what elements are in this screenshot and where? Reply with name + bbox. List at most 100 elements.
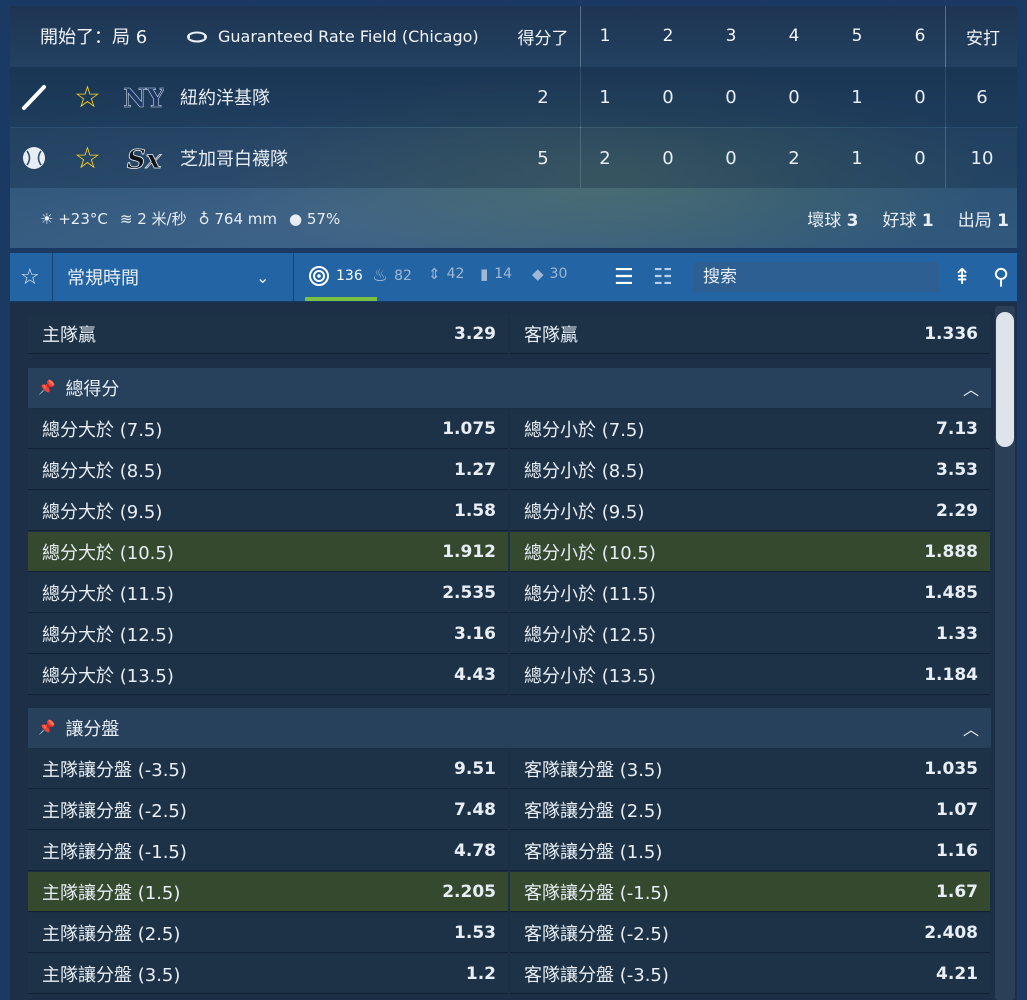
odds-value: 1.912 — [442, 541, 496, 562]
odds-button[interactable]: 總分大於 (10.5) 1.912 — [28, 532, 508, 572]
inning-header: 6 — [914, 26, 926, 46]
odds-value: 4.21 — [936, 963, 978, 984]
inning-header: 1 — [599, 26, 611, 46]
odds-value: 9.51 — [454, 758, 496, 779]
wind: ≋ 2 米/秒 — [120, 208, 187, 229]
odds-button[interactable]: 客隊讓分盤 (-1.5) 1.67 — [510, 872, 990, 912]
odds-value: 2.535 — [442, 582, 496, 603]
filter-stats[interactable]: ▮ 14 — [480, 265, 512, 283]
odds-button[interactable]: 總分小於 (10.5) 1.888 — [510, 532, 990, 572]
odds-button[interactable]: 總分大於 (12.5) 3.16 — [28, 614, 508, 654]
totals-section-header[interactable]: 📌 總得分 ︿ — [28, 368, 991, 408]
odds-value: 7.13 — [936, 418, 978, 439]
filter-specials[interactable]: ◆ 30 — [532, 265, 567, 283]
favorite-star-icon[interactable]: ☆ — [20, 265, 40, 290]
period-select[interactable]: 常規時間 — [67, 264, 139, 290]
odds-value: 1.53 — [454, 922, 496, 943]
balls-count: 壞球 3 — [807, 206, 858, 231]
filter-all[interactable]: 136 — [308, 265, 363, 287]
odds-button[interactable]: 主隊讓分盤 (-1.5) 4.78 — [28, 831, 508, 871]
scrollbar-thumb[interactable] — [996, 312, 1014, 447]
odds-value: 2.408 — [924, 922, 978, 943]
odds-button[interactable]: 客隊讓分盤 (-2.5) 2.408 — [510, 913, 990, 953]
favorite-star-icon[interactable]: ☆ — [74, 141, 101, 176]
odds-button[interactable]: 客隊贏 1.336 — [510, 314, 990, 354]
totals-row: 總分大於 (8.5) 1.27 總分小於 (8.5) 3.53 — [28, 450, 991, 490]
odds-button[interactable]: 主隊讓分盤 (3.5) 1.2 — [28, 954, 508, 994]
chevron-up-icon[interactable]: ︿ — [963, 376, 979, 400]
odds-button[interactable]: 總分大於 (8.5) 1.27 — [28, 450, 508, 490]
search-input[interactable] — [693, 262, 939, 292]
inning-score: 1 — [851, 147, 863, 169]
outcome-label: 總分小於 (12.5) — [524, 624, 656, 646]
bars-icon: ▮ — [480, 265, 489, 283]
odds-button[interactable]: 主隊讓分盤 (2.5) 1.53 — [28, 913, 508, 953]
odds-value: 1.27 — [454, 459, 496, 480]
outcome-label: 總分大於 (12.5) — [42, 624, 174, 646]
chevron-down-icon[interactable]: ⌄ — [256, 268, 269, 287]
filter-totals[interactable]: ⇕ 42 — [428, 265, 464, 283]
team-row-home: ☆ Sx 芝加哥白襪隊 5 2 0 0 2 1 0 10 — [10, 128, 1017, 188]
inning-score: 1 — [851, 86, 863, 108]
team-hits: 6 — [976, 86, 988, 108]
odds-button[interactable]: 主隊贏 3.29 — [28, 314, 508, 354]
favorite-star-icon[interactable]: ☆ — [74, 80, 101, 115]
outcome-label: 客隊贏 — [524, 324, 578, 346]
stadium-icon — [187, 31, 207, 43]
filter-count: 30 — [549, 266, 568, 282]
odds-button[interactable]: 客隊讓分盤 (3.5) 1.035 — [510, 749, 990, 789]
runs-header: 得分了 — [517, 28, 569, 49]
count-info: 壞球 3 好球 1 出局 1 — [807, 206, 1009, 231]
odds-button[interactable]: 主隊讓分盤 (1.5) 2.205 — [28, 872, 508, 912]
odds-value: 1.67 — [936, 881, 978, 902]
odds-value: 3.29 — [454, 323, 496, 344]
chevron-up-icon[interactable]: ︿ — [963, 716, 979, 740]
odds-button[interactable]: 客隊讓分盤 (1.5) 1.16 — [510, 831, 990, 871]
outcome-label: 客隊讓分盤 (-2.5) — [524, 923, 669, 945]
odds-value: 1.16 — [936, 840, 978, 861]
target-icon — [309, 266, 329, 286]
stadium: Guaranteed Rate Field (Chicago) — [186, 27, 479, 46]
odds-value: 2.205 — [442, 881, 496, 902]
odds-button[interactable]: 客隊讓分盤 (-3.5) 4.21 — [510, 954, 990, 994]
collapse-all-icon[interactable]: ⇞ — [953, 265, 971, 290]
odds-button[interactable]: 總分大於 (13.5) 4.43 — [28, 655, 508, 695]
totals-row: 總分大於 (10.5) 1.912 總分小於 (10.5) 1.888 — [28, 532, 991, 572]
hits-header: 安打 — [966, 28, 1000, 49]
inning-header: 3 — [725, 26, 737, 46]
team-hits: 10 — [970, 147, 994, 169]
odds-button[interactable]: 總分小於 (12.5) 1.33 — [510, 614, 990, 654]
temperature: ☀ +23°C — [40, 210, 108, 228]
strikes-value: 1 — [921, 211, 934, 231]
handicap-row: 主隊讓分盤 (3.5) 1.2 客隊讓分盤 (-3.5) 4.21 — [28, 954, 991, 994]
odds-button[interactable]: 總分大於 (11.5) 2.535 — [28, 573, 508, 613]
inning-score: 0 — [788, 86, 800, 108]
winner-row: 主隊贏 3.29 客隊贏 1.336 — [28, 314, 991, 354]
odds-button[interactable]: 總分大於 (7.5) 1.075 — [28, 409, 508, 449]
outcome-label: 總分大於 (9.5) — [42, 501, 163, 523]
odds-button[interactable]: 主隊讓分盤 (-2.5) 7.48 — [28, 790, 508, 830]
odds-button[interactable]: 總分小於 (8.5) 3.53 — [510, 450, 990, 490]
odds-button[interactable]: 總分小於 (7.5) 7.13 — [510, 409, 990, 449]
odds-button[interactable]: 總分大於 (9.5) 1.58 — [28, 491, 508, 531]
market-toolbar: ☆ 常規時間 ⌄ 136 ♨ 82 ⇕ 42 ▮ 14 ◆ 30 ☰ ☷ ⇞ ⚲ — [10, 253, 1017, 302]
odds-button[interactable]: 總分小於 (13.5) 1.184 — [510, 655, 990, 695]
outcome-label: 主隊讓分盤 (-3.5) — [42, 759, 187, 781]
pin-icon[interactable]: 📌 — [38, 720, 55, 736]
columns-view-icon[interactable]: ☷ — [653, 265, 673, 290]
filter-popular[interactable]: ♨ 82 — [372, 265, 412, 286]
odds-button[interactable]: 主隊讓分盤 (-3.5) 9.51 — [28, 749, 508, 789]
handicap-section-header[interactable]: 📌 讓分盤 ︿ — [28, 708, 991, 748]
odds-button[interactable]: 客隊讓分盤 (2.5) 1.07 — [510, 790, 990, 830]
odds-value: 1.336 — [924, 323, 978, 344]
outcome-label: 客隊讓分盤 (-3.5) — [524, 964, 669, 986]
list-view-icon[interactable]: ☰ — [614, 265, 634, 290]
pin-icon[interactable]: 📌 — [38, 380, 55, 396]
baseball-icon — [23, 147, 45, 169]
pin-icon[interactable]: ⚲ — [993, 265, 1009, 290]
odds-button[interactable]: 總分小於 (11.5) 1.485 — [510, 573, 990, 613]
totals-row: 總分大於 (13.5) 4.43 總分小於 (13.5) 1.184 — [28, 655, 991, 695]
totals-row: 總分大於 (7.5) 1.075 總分小於 (7.5) 7.13 — [28, 409, 991, 449]
strikes-label: 好球 — [882, 211, 917, 231]
odds-button[interactable]: 總分小於 (9.5) 2.29 — [510, 491, 990, 531]
